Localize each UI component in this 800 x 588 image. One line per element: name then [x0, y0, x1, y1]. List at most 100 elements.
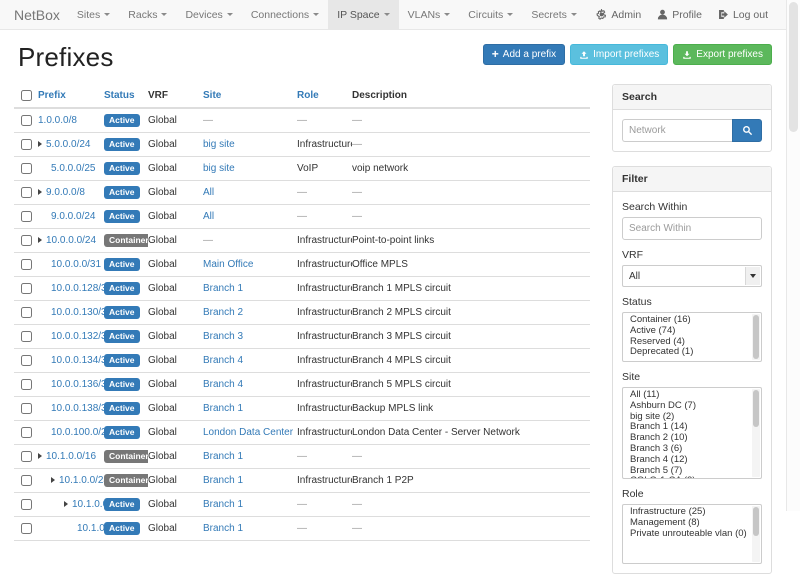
site-option[interactable]: Branch 4 (12) — [623, 455, 751, 466]
site-link[interactable]: Branch 3 — [203, 331, 243, 342]
site-link[interactable]: Branch 4 — [203, 379, 243, 390]
search-button[interactable] — [732, 119, 762, 142]
site-link[interactable]: big site — [203, 139, 235, 150]
nav-item-devices[interactable]: Devices — [176, 0, 241, 29]
site-link[interactable]: Branch 4 — [203, 355, 243, 366]
row-checkbox[interactable] — [21, 235, 32, 246]
search-input[interactable] — [622, 119, 732, 142]
row-checkbox[interactable] — [21, 475, 32, 486]
prefix-link[interactable]: 10.0.0.0/24 — [46, 235, 96, 246]
nav-item-circuits[interactable]: Circuits — [459, 0, 522, 29]
col-header-prefix[interactable]: Prefix — [38, 84, 104, 108]
prefix-link[interactable]: 10.0.0.128/31 — [51, 283, 104, 294]
row-checkbox[interactable] — [21, 379, 32, 390]
site-link[interactable]: All — [203, 211, 214, 222]
vrf-select[interactable]: All — [622, 265, 762, 287]
prefix-link[interactable]: 10.1.0.0/26 — [77, 523, 104, 534]
search-within-input[interactable] — [622, 217, 762, 240]
prefix-link[interactable]: 10.0.0.130/31 — [51, 307, 104, 318]
row-checkbox[interactable] — [21, 523, 32, 534]
prefix-link[interactable]: 10.0.0.0/31 — [51, 259, 101, 270]
site-listbox-scrollbar[interactable] — [752, 389, 760, 477]
add-prefix-button[interactable]: + Add a prefix — [483, 44, 565, 65]
row-checkbox[interactable] — [21, 355, 32, 366]
nav-item-ip-space[interactable]: IP Space — [328, 0, 398, 29]
row-checkbox[interactable] — [21, 331, 32, 342]
prefix-link[interactable]: 10.0.0.136/31 — [51, 379, 104, 390]
row-checkbox[interactable] — [21, 115, 32, 126]
prefix-link[interactable]: 10.0.0.138/31 — [51, 403, 104, 414]
nav-item-sites[interactable]: Sites — [68, 0, 119, 29]
row-checkbox[interactable] — [21, 187, 32, 198]
prefix-link[interactable]: 10.1.0.0/25 — [72, 499, 104, 510]
status-listbox-scrollbar[interactable] — [752, 314, 760, 360]
page-title: Prefixes — [18, 42, 114, 73]
prefix-link[interactable]: 9.0.0.0/8 — [46, 187, 85, 198]
nav-admin-button[interactable]: Admin — [588, 0, 649, 29]
window-scrollbar[interactable] — [786, 0, 800, 511]
prefix-link[interactable]: 10.0.100.0/24 — [51, 427, 104, 438]
site-option[interactable]: Ashburn DC (7) — [623, 401, 751, 412]
table-row: 1.0.0.0/8ActiveGlobal——— — [14, 108, 590, 133]
site-link[interactable]: London Data Center — [203, 427, 293, 438]
netbox-brand[interactable]: NetBox — [14, 0, 60, 29]
row-checkbox[interactable] — [21, 307, 32, 318]
row-checkbox[interactable] — [21, 451, 32, 462]
site-link[interactable]: Branch 1 — [203, 523, 243, 534]
vrf-cell: Global — [148, 301, 203, 325]
site-link[interactable]: Branch 2 — [203, 307, 243, 318]
status-listbox[interactable]: Container (16)Active (74)Reserved (4)Dep… — [622, 312, 762, 362]
site-link[interactable]: big site — [203, 163, 235, 174]
nav-item-connections[interactable]: Connections — [242, 0, 328, 29]
prefix-link[interactable]: 5.0.0.0/25 — [51, 163, 95, 174]
row-checkbox[interactable] — [21, 427, 32, 438]
prefix-link[interactable]: 10.0.0.132/31 — [51, 331, 104, 342]
site-listbox-scrollbar-thumb[interactable] — [753, 390, 759, 427]
prefix-link[interactable]: 10.1.0.0/24 — [59, 475, 104, 486]
row-checkbox[interactable] — [21, 259, 32, 270]
col-header-site[interactable]: Site — [203, 84, 297, 108]
prefix-link[interactable]: 1.0.0.0/8 — [38, 115, 77, 126]
row-checkbox[interactable] — [21, 211, 32, 222]
table-row: 10.0.0.0/24ContainerGlobal—Infrastructur… — [14, 229, 590, 253]
row-checkbox[interactable] — [21, 499, 32, 510]
nav-item-secrets[interactable]: Secrets — [522, 0, 586, 29]
site-link[interactable]: All — [203, 187, 214, 198]
site-listbox[interactable]: All (11)Ashburn DC (7)big site (2)Branch… — [622, 387, 762, 479]
row-checkbox[interactable] — [21, 403, 32, 414]
role-option[interactable]: Infrastructure (25) — [623, 507, 751, 518]
row-checkbox[interactable] — [21, 283, 32, 294]
nav-item-vlans[interactable]: VLANs — [399, 0, 460, 29]
site-option[interactable]: COLO-1-CA (3) — [623, 476, 751, 479]
site-link[interactable]: Main Office — [203, 259, 253, 270]
site-link[interactable]: Branch 1 — [203, 499, 243, 510]
status-listbox-scrollbar-thumb[interactable] — [753, 315, 759, 359]
nav-log-out-button[interactable]: Log out — [710, 0, 776, 29]
nav-item-racks[interactable]: Racks — [119, 0, 176, 29]
status-option[interactable]: Deprecated (1) — [623, 347, 751, 358]
row-checkbox[interactable] — [21, 163, 32, 174]
role-option[interactable]: Private unrouteable vlan (0) — [623, 529, 751, 540]
role-listbox[interactable]: Infrastructure (25)Management (8)Private… — [622, 504, 762, 564]
prefix-link[interactable]: 10.0.0.134/31 — [51, 355, 104, 366]
site-link[interactable]: Branch 1 — [203, 475, 243, 486]
site-link[interactable]: Branch 1 — [203, 403, 243, 414]
status-option[interactable]: Active (74) — [623, 326, 751, 337]
prefix-link[interactable]: 10.1.0.0/16 — [46, 451, 96, 462]
role-option[interactable]: Management (8) — [623, 518, 751, 529]
col-header-role[interactable]: Role — [297, 84, 352, 108]
export-prefixes-button[interactable]: Export prefixes — [673, 44, 772, 65]
import-prefixes-button[interactable]: Import prefixes — [570, 44, 668, 65]
select-all-checkbox[interactable] — [21, 90, 32, 101]
window-scrollbar-thumb[interactable] — [789, 2, 798, 132]
nav-item-label: Racks — [128, 9, 157, 21]
site-link[interactable]: Branch 1 — [203, 451, 243, 462]
row-checkbox[interactable] — [21, 139, 32, 150]
prefix-link[interactable]: 5.0.0.0/24 — [46, 139, 90, 150]
prefix-link[interactable]: 9.0.0.0/24 — [51, 211, 95, 222]
col-header-status[interactable]: Status — [104, 84, 148, 108]
role-listbox-scrollbar-thumb[interactable] — [753, 507, 759, 536]
site-link[interactable]: Branch 1 — [203, 283, 243, 294]
nav-profile-button[interactable]: Profile — [649, 0, 710, 29]
role-listbox-scrollbar[interactable] — [752, 506, 760, 562]
